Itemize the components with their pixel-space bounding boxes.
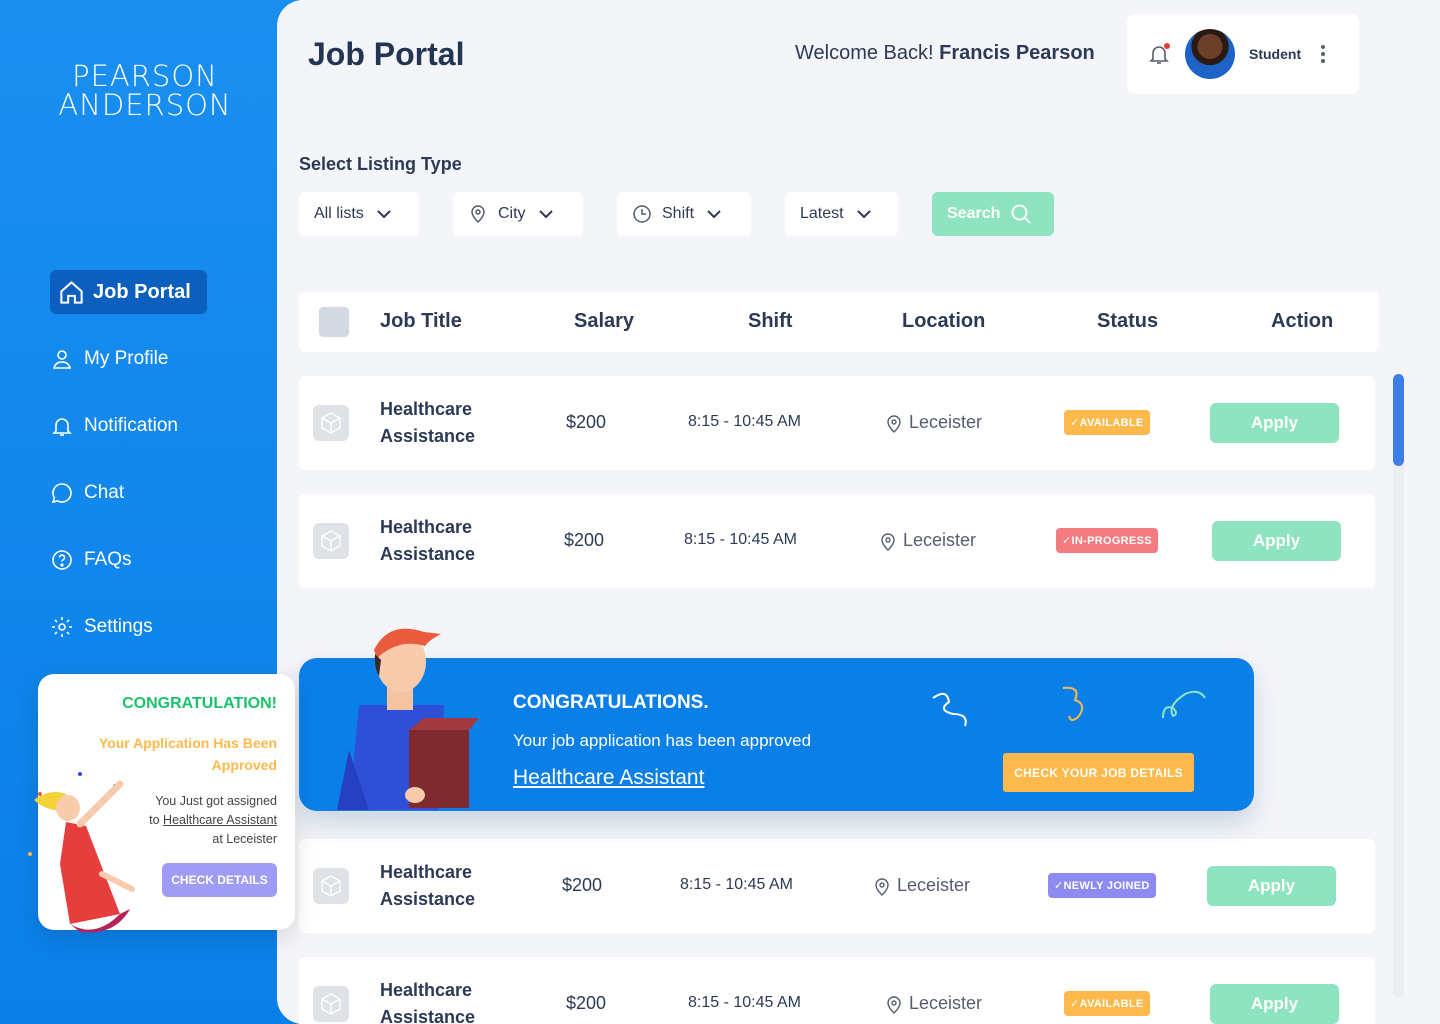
notification-bell-icon[interactable] <box>1147 42 1171 66</box>
user-name: Francis Pearson <box>939 42 1095 64</box>
gear-icon <box>52 617 72 637</box>
avatar[interactable] <box>1185 29 1235 79</box>
job-thumbnail-icon <box>313 986 349 1022</box>
job-title: Healthcare Assistance <box>380 517 476 564</box>
location-pin-icon <box>875 877 889 896</box>
celebrating-girl-illustration <box>28 772 135 933</box>
column-header-location[interactable]: Location <box>902 310 985 333</box>
table-row[interactable]: Healthcare Assistance $200 8:15 - 10:45 … <box>299 957 1375 1024</box>
column-header-salary[interactable]: Salary <box>574 310 634 333</box>
main-panel: Job Portal Welcome Back! Francis Pearson… <box>277 0 1440 1024</box>
banner-message: Your job application has been approved <box>513 731 812 750</box>
job-title: Healthcare Assistance <box>380 399 476 446</box>
chat-icon <box>51 483 72 504</box>
sidebar-item-faqs[interactable]: FAQs <box>50 538 270 582</box>
apply-button[interactable]: Apply <box>1210 403 1339 443</box>
job-shift: 8:15 - 10:45 AM <box>688 413 801 430</box>
more-menu-icon[interactable] <box>1321 45 1326 63</box>
card-body: You Just got assigned to Healthcare Assi… <box>149 794 277 846</box>
apply-button[interactable]: Apply <box>1210 984 1339 1024</box>
user-role: Student <box>1249 46 1302 62</box>
sidebar-item-settings[interactable]: Settings <box>50 605 270 649</box>
notification-dot <box>1164 43 1170 49</box>
sort-dropdown[interactable]: Latest <box>785 192 898 236</box>
clock-icon <box>633 205 651 223</box>
job-location: Leceister <box>879 530 976 551</box>
search-button[interactable]: Search <box>932 192 1054 236</box>
column-header-action[interactable]: Action <box>1271 310 1333 333</box>
banner-title: CONGRATULATIONS. <box>513 692 709 713</box>
check-job-details-button[interactable]: CHECK YOUR JOB DETAILS <box>1003 753 1194 792</box>
confetti-swirl-icon <box>1062 686 1084 721</box>
status-badge: ✓ AVAILABLE <box>1064 991 1150 1016</box>
chevron-down-icon <box>856 210 871 219</box>
job-salary: $200 <box>562 875 603 895</box>
table-row[interactable]: Healthcare Assistance $200 8:15 - 10:45 … <box>299 839 1375 933</box>
sidebar-item-job-portal[interactable]: Job Portal <box>50 270 207 314</box>
status-badge: ✓ IN-PROGRESS <box>1056 528 1158 553</box>
search-icon <box>1011 204 1032 224</box>
job-salary: $200 <box>566 993 607 1013</box>
location-pin-icon <box>887 995 901 1014</box>
job-location: Leceister <box>885 412 982 433</box>
column-header-job-title[interactable]: Job Title <box>380 310 462 333</box>
user-icon <box>52 350 72 369</box>
congratulation-card: CONGRATULATION! Your Application Has Bee… <box>28 674 295 933</box>
congratulations-banner: CONGRATULATIONS. Your job application ha… <box>299 628 1254 811</box>
page-title: Job Portal <box>308 36 465 72</box>
scrollbar-track[interactable] <box>1393 374 1404 998</box>
brand-logo[interactable]: PEARSON ANDERSON <box>50 62 240 120</box>
table-row[interactable]: Healthcare Assistance $200 8:15 - 10:45 … <box>299 494 1375 588</box>
job-location: Leceister <box>885 993 982 1014</box>
sidebar-item-notification[interactable]: Notification <box>50 404 270 448</box>
job-shift: 8:15 - 10:45 AM <box>680 876 793 893</box>
banner-job-link[interactable]: Healthcare Assistant <box>513 766 704 790</box>
question-icon <box>52 550 72 570</box>
apply-button[interactable]: Apply <box>1207 866 1336 906</box>
card-title: CONGRATULATION! <box>122 695 277 712</box>
job-salary: $200 <box>566 412 607 432</box>
job-shift: 8:15 - 10:45 AM <box>684 531 797 548</box>
chevron-down-icon <box>377 210 391 219</box>
user-card: Student <box>1127 14 1359 94</box>
table-row[interactable]: Healthcare Assistance $200 8:15 - 10:45 … <box>299 376 1375 470</box>
filter-label: Select Listing Type <box>299 154 462 174</box>
job-shift: 8:15 - 10:45 AM <box>688 994 801 1011</box>
chevron-down-icon <box>538 210 553 219</box>
shift-dropdown[interactable]: Shift <box>617 192 751 236</box>
card-job-link[interactable]: Healthcare Assistant <box>163 813 277 827</box>
city-dropdown[interactable]: City <box>453 192 583 236</box>
home-icon <box>60 280 83 304</box>
table-header: Job Title Salary Shift Location Status A… <box>299 292 1379 352</box>
delivery-person-illustration <box>337 628 479 810</box>
sidebar-nav: Job Portal My Profile Notification Chat … <box>50 270 270 672</box>
status-badge: ✓ AVAILABLE <box>1064 410 1150 435</box>
column-header-shift[interactable]: Shift <box>748 310 792 333</box>
scrollbar-thumb[interactable] <box>1393 374 1404 466</box>
list-type-dropdown[interactable]: All lists <box>299 192 419 236</box>
job-thumbnail-icon <box>313 405 349 441</box>
job-title: Healthcare Assistance <box>380 862 476 909</box>
sidebar-item-chat[interactable]: Chat <box>50 471 270 515</box>
chevron-down-icon <box>707 210 721 219</box>
job-location: Leceister <box>873 875 970 896</box>
location-pin-icon <box>881 532 895 551</box>
bell-icon <box>52 418 72 436</box>
confetti-swirl-icon <box>932 692 967 727</box>
select-all-checkbox[interactable] <box>319 307 349 337</box>
location-pin-icon <box>471 205 485 224</box>
job-salary: $200 <box>564 530 605 550</box>
confetti-swirl-icon <box>1162 690 1206 719</box>
apply-button[interactable]: Apply <box>1212 521 1341 561</box>
column-header-status[interactable]: Status <box>1097 310 1158 333</box>
job-title: Healthcare Assistance <box>380 980 476 1024</box>
sidebar-item-my-profile[interactable]: My Profile <box>50 337 270 381</box>
job-thumbnail-icon <box>313 523 349 559</box>
job-thumbnail-icon <box>313 868 349 904</box>
location-pin-icon <box>887 414 901 433</box>
status-badge: ✓ NEWLY JOINED <box>1048 873 1156 898</box>
check-details-button[interactable]: CHECK DETAILS <box>162 863 277 897</box>
welcome-message: Welcome Back! Francis Pearson <box>795 42 1095 64</box>
card-subtitle: Your Application Has Been Approved <box>98 735 277 773</box>
